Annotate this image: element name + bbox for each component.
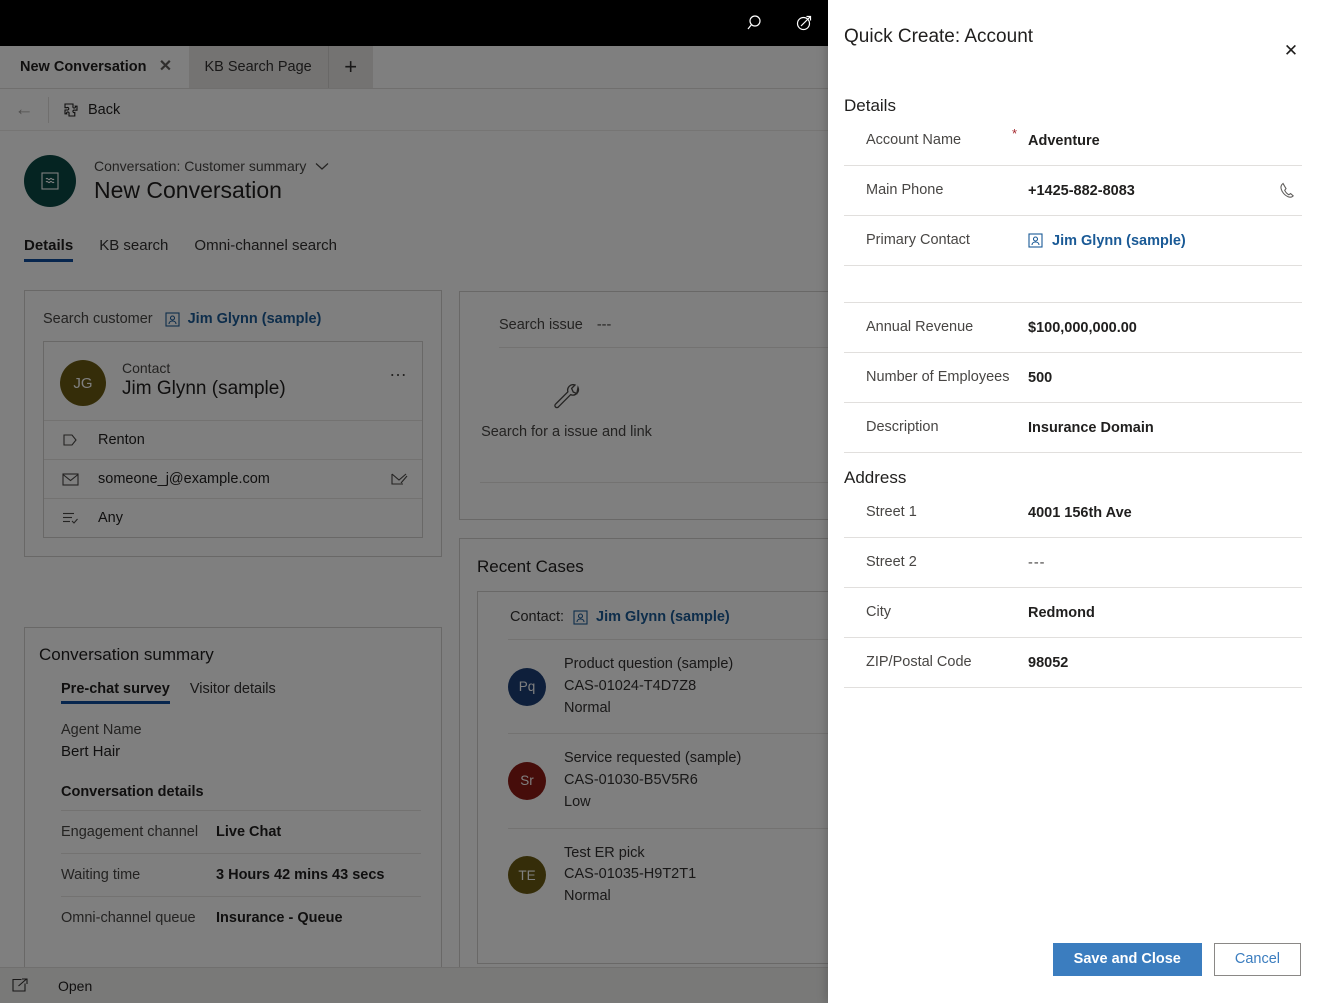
save-and-close-button[interactable]: Save and Close — [1053, 943, 1202, 976]
quick-create-footer: Save and Close Cancel — [828, 915, 1328, 1003]
search-icon[interactable] — [732, 0, 780, 46]
field-value[interactable]: 500 — [1028, 370, 1302, 386]
required-spacer — [1012, 544, 1028, 548]
field-primary-contact[interactable]: Primary Contact Jim Glynn (sample) — [844, 216, 1302, 266]
required-spacer — [1012, 644, 1028, 648]
required-spacer — [1012, 409, 1028, 413]
field-label: Primary Contact — [844, 230, 1012, 251]
field-value[interactable]: Redmond — [1028, 605, 1302, 621]
field-value[interactable]: 98052 — [1028, 655, 1302, 671]
field-value[interactable]: Jim Glynn (sample) — [1028, 233, 1302, 249]
field-main-phone[interactable]: Main Phone +1425-882-8083 — [844, 166, 1302, 216]
field-label: Street 1 — [844, 502, 1012, 523]
field-label: Description — [844, 417, 1012, 438]
field-label: Account Name — [844, 130, 1012, 151]
field-street-2[interactable]: Street 2 --- — [844, 538, 1302, 588]
required-indicator-icon: * — [1012, 122, 1028, 141]
required-spacer — [1012, 309, 1028, 313]
close-icon[interactable]: ✕ — [1276, 36, 1306, 66]
required-spacer — [1012, 172, 1028, 176]
field-blank — [844, 266, 1302, 303]
field-value[interactable]: 4001 156th Ave — [1028, 505, 1302, 521]
field-number-of-employees[interactable]: Number of Employees 500 — [844, 353, 1302, 403]
required-spacer — [1012, 594, 1028, 598]
field-account-name[interactable]: Account Name * Adventure — [844, 116, 1302, 166]
modal-overlay[interactable] — [0, 46, 828, 1003]
field-label: Annual Revenue — [844, 317, 1012, 338]
required-spacer — [1012, 222, 1028, 226]
field-description[interactable]: Description Insurance Domain — [844, 403, 1302, 453]
compass-icon[interactable] — [780, 0, 828, 46]
field-value[interactable]: $100,000,000.00 — [1028, 320, 1302, 336]
field-city[interactable]: City Redmond — [844, 588, 1302, 638]
phone-icon[interactable] — [1272, 182, 1302, 199]
field-label: ZIP/Postal Code — [844, 652, 1012, 673]
section-heading-details: Details — [828, 66, 1328, 116]
cancel-button[interactable]: Cancel — [1214, 943, 1301, 976]
field-label: Number of Employees — [844, 367, 1012, 388]
quick-create-header: Quick Create: Account ✕ — [828, 0, 1328, 66]
field-value[interactable]: +1425-882-8083 — [1028, 183, 1272, 199]
details-field-group: Account Name * Adventure Main Phone +142… — [828, 116, 1328, 453]
contact-record-icon — [1028, 233, 1043, 248]
required-spacer — [1012, 494, 1028, 498]
field-label: Main Phone — [844, 180, 1012, 201]
required-spacer — [1012, 272, 1028, 276]
address-field-group: Street 1 4001 156th Ave Street 2 --- Cit… — [828, 488, 1328, 688]
field-zip-postal-code[interactable]: ZIP/Postal Code 98052 — [844, 638, 1302, 688]
field-label: Street 2 — [844, 552, 1012, 573]
field-value[interactable]: Adventure — [1028, 133, 1302, 149]
section-heading-address: Address — [828, 453, 1328, 488]
field-value[interactable]: Insurance Domain — [1028, 420, 1302, 436]
quick-create-panel: Quick Create: Account ✕ Details Account … — [828, 0, 1328, 1003]
required-spacer — [1012, 359, 1028, 363]
field-label: City — [844, 602, 1012, 623]
field-annual-revenue[interactable]: Annual Revenue $100,000,000.00 — [844, 303, 1302, 353]
field-street-1[interactable]: Street 1 4001 156th Ave — [844, 488, 1302, 538]
quick-create-title: Quick Create: Account — [844, 26, 1033, 48]
field-value[interactable]: --- — [1028, 555, 1302, 571]
